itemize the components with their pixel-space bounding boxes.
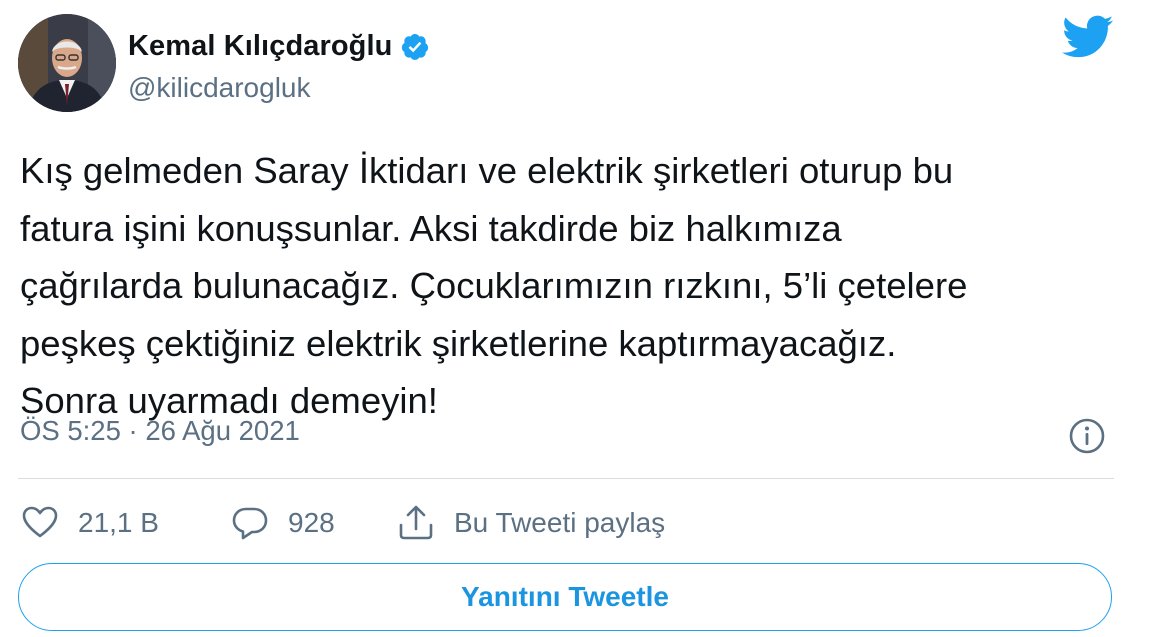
author-name-row[interactable]: Kemal Kılıçdaroğlu	[128, 30, 430, 63]
tweet-text-line: çağrılarda bulunacağız. Çocuklarımızın r…	[20, 265, 968, 306]
author-handle[interactable]: @kilicdarogluk	[128, 72, 311, 104]
share-icon	[399, 505, 433, 540]
like-button[interactable]: 21,1 B	[20, 499, 159, 547]
reply-count-button[interactable]: 928	[230, 499, 335, 547]
divider	[18, 478, 1114, 479]
timestamp-separator: ·	[128, 415, 138, 446]
twitter-bird-icon[interactable]	[1062, 14, 1114, 60]
avatar-photo	[18, 14, 116, 112]
tweet-timestamp[interactable]: ÖS 5:25 · 26 Ağu 2021	[20, 415, 300, 447]
info-icon[interactable]	[1067, 416, 1107, 456]
author-display-name[interactable]: Kemal Kılıçdaroğlu	[128, 30, 392, 63]
tweet-text-line: fatura işini konuşsunlar. Aksi takdirde …	[20, 207, 842, 249]
tweet-date[interactable]: 26 Ağu 2021	[145, 415, 299, 446]
speech-bubble-icon	[232, 507, 268, 540]
like-count: 21,1 B	[78, 507, 159, 538]
tweet-text-line: peşkeş çektiğiniz elektrik şirketlerine …	[20, 322, 897, 364]
tweet-time[interactable]: ÖS 5:25	[20, 415, 121, 446]
share-label: Bu Tweeti paylaş	[454, 507, 666, 538]
share-button[interactable]: Bu Tweeti paylaş	[396, 499, 665, 547]
verified-badge-icon	[402, 33, 429, 60]
heart-icon	[22, 506, 58, 538]
tweet-text-line: Kış gelmeden Saray İktidarı ve elektrik …	[20, 150, 954, 191]
tweet-text: Kış gelmeden Saray İktidarı ve elektrik …	[20, 142, 1130, 430]
reply-tweet-button[interactable]: Yanıtını Tweetle	[18, 563, 1112, 631]
avatar[interactable]	[18, 14, 116, 112]
reply-count: 928	[288, 507, 335, 538]
